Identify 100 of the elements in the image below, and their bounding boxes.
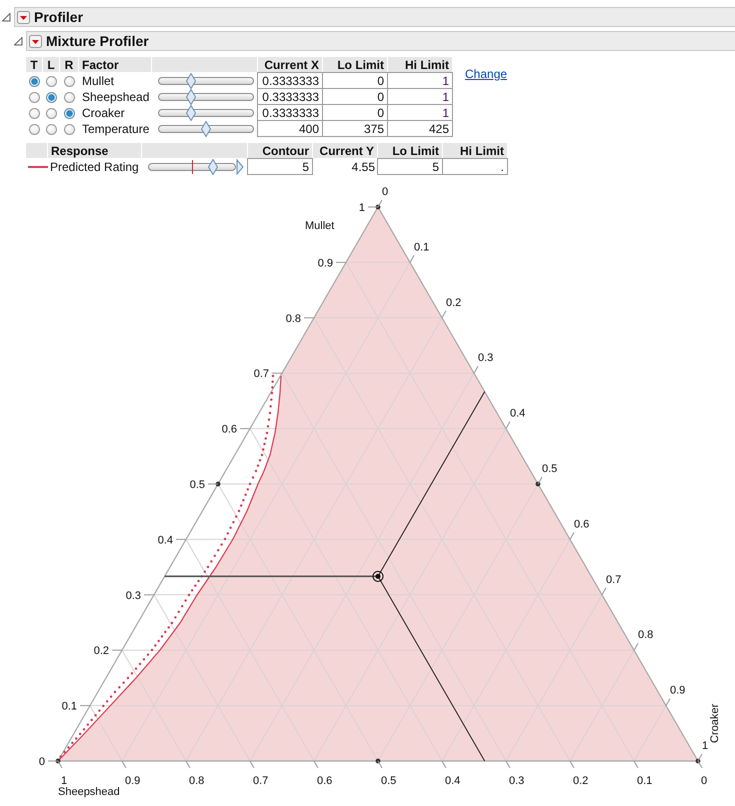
slider-thumb[interactable] — [186, 73, 196, 89]
tick-label: 0.4 — [445, 775, 460, 787]
radio-button[interactable] — [29, 92, 40, 102]
radio-button[interactable] — [64, 124, 75, 134]
slider[interactable] — [158, 105, 254, 121]
column-header: Lo Limit — [378, 143, 442, 158]
column-header: Factor — [79, 57, 151, 72]
tick-label: 0.3 — [126, 590, 141, 602]
radio-button[interactable] — [64, 108, 75, 118]
slider-thumb[interactable] — [186, 89, 196, 105]
slider[interactable] — [148, 159, 244, 175]
tick-label: 0.6 — [222, 424, 237, 436]
tick-label: 0.4 — [158, 534, 173, 546]
vertex-dot — [376, 204, 380, 210]
slider-thumb[interactable] — [208, 159, 218, 175]
slider[interactable] — [158, 89, 254, 105]
end-arrow-icon[interactable] — [236, 159, 244, 175]
column-header: R — [60, 57, 78, 72]
tick-label: 0.7 — [253, 775, 268, 787]
column-header: Hi Limit — [388, 57, 452, 72]
radio-button[interactable] — [64, 92, 75, 102]
tick-label: 1 — [702, 740, 708, 752]
dropdown-menu-icon[interactable] — [29, 34, 42, 48]
tick-label: 0.8 — [286, 312, 301, 325]
tick-label: 0.7 — [254, 368, 269, 380]
axis-title: Mullet — [305, 220, 334, 232]
tick-label: 0.5 — [190, 479, 205, 491]
vertex-dot — [56, 758, 60, 764]
tick-label: 0.1 — [62, 700, 77, 713]
slider-thumb[interactable] — [201, 121, 211, 137]
tick-label: 0.4 — [510, 408, 526, 420]
tick-label: 0.1 — [637, 775, 652, 787]
tick-label: 0.7 — [606, 574, 622, 586]
column-header: Response — [48, 143, 141, 158]
section-title: Mixture Profiler — [46, 33, 149, 49]
value-field[interactable]: 0.3333333 — [257, 72, 323, 89]
radio-button[interactable] — [46, 92, 57, 102]
response-name: Predicted Rating — [49, 159, 140, 175]
factor-name: Croaker — [81, 105, 126, 121]
axis-title: Sheepshead — [58, 786, 120, 798]
column-header: T — [26, 57, 42, 72]
section-title: Profiler — [34, 9, 84, 25]
tick-label: 0.9 — [670, 684, 686, 697]
radio-button[interactable] — [29, 76, 40, 86]
dropdown-menu-icon[interactable] — [17, 10, 30, 24]
disclosure-triangle-icon[interactable] — [2, 12, 11, 22]
value-text: 4.55 — [350, 159, 376, 175]
slider-thumb[interactable] — [186, 105, 196, 121]
radio-button[interactable] — [29, 124, 40, 134]
value-field[interactable]: 1 — [387, 72, 453, 89]
radio-button[interactable] — [46, 76, 57, 86]
tick-label: 0 — [701, 775, 708, 787]
value-field[interactable]: 5 — [247, 158, 313, 175]
tick-label: 0.8 — [189, 775, 204, 787]
tick-label: 0 — [38, 756, 45, 768]
tick-label: 0.3 — [478, 352, 494, 364]
slider[interactable] — [158, 73, 254, 89]
tick-label: 0.6 — [317, 775, 332, 787]
column-header: Current Y — [313, 143, 377, 158]
radio-button[interactable] — [64, 76, 75, 86]
tick-label: 0.5 — [381, 775, 396, 787]
tick-label: 0.2 — [446, 296, 462, 309]
tick-label: 0 — [382, 186, 388, 198]
disclosure-triangle-icon[interactable] — [14, 36, 23, 46]
tick-label: 0.2 — [94, 645, 109, 658]
slider[interactable] — [158, 121, 254, 137]
column-header: Lo Limit — [323, 57, 387, 72]
vertex-dot — [216, 482, 220, 486]
value-field[interactable]: . — [442, 158, 508, 175]
vertex-dot — [696, 758, 700, 764]
tick-label: 1 — [358, 202, 365, 214]
value-field[interactable]: 425 — [387, 120, 453, 137]
limit-marker — [192, 160, 193, 174]
factor-name: Mullet — [81, 73, 116, 89]
column-header: Hi Limit — [443, 143, 507, 158]
factor-name: Temperature — [81, 121, 150, 137]
tick-label: 0.5 — [542, 463, 558, 475]
factor-name: Sheepshead — [81, 89, 150, 105]
tick-label: 0.1 — [414, 241, 430, 254]
column-header: Current X — [258, 57, 322, 72]
vertex-dot — [376, 758, 380, 764]
tick-label: 0.8 — [638, 629, 654, 642]
radio-button[interactable] — [29, 108, 40, 118]
current-point-marker[interactable] — [372, 570, 384, 582]
tick-label: 0.2 — [573, 775, 588, 787]
column-header: Contour — [248, 143, 312, 158]
tick-label: 0.3 — [509, 775, 524, 787]
change-link[interactable]: Change — [465, 67, 508, 81]
column-header: L — [43, 57, 59, 72]
axis-title: Croaker — [709, 704, 721, 743]
tick-label: 0.9 — [318, 257, 333, 270]
tick-label: 0.6 — [574, 518, 590, 530]
radio-button[interactable] — [46, 124, 57, 134]
vertex-dot — [536, 482, 540, 486]
value-field[interactable]: 5 — [377, 158, 443, 175]
value-field[interactable]: 400 — [257, 120, 323, 137]
tick-label: 1 — [61, 775, 68, 787]
radio-button[interactable] — [46, 108, 57, 118]
legend-line — [28, 166, 48, 168]
tick-label: 0.9 — [125, 775, 140, 787]
